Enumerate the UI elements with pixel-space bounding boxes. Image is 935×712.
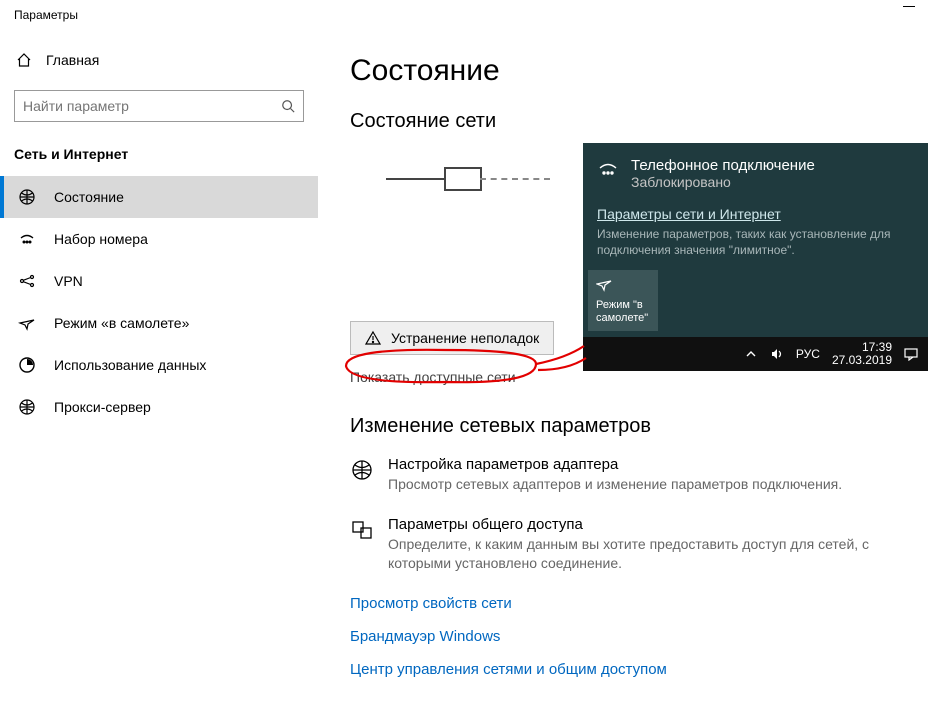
airplane-tile-label: Режим "в самолете": [596, 299, 652, 325]
page-title: Состояние: [350, 54, 935, 88]
home-nav[interactable]: Главная: [0, 44, 318, 76]
flyout-connection[interactable]: Телефонное подключение Заблокировано: [583, 143, 928, 200]
category-header: Сеть и Интернет: [0, 140, 318, 176]
link-sharing-center[interactable]: Центр управления сетями и общим доступом: [350, 661, 935, 678]
search-icon: [281, 99, 295, 113]
network-status-heading: Состояние сети: [350, 110, 935, 133]
link-firewall[interactable]: Брандмауэр Windows: [350, 628, 935, 645]
nav-vpn[interactable]: VPN: [0, 260, 318, 302]
minimize-button[interactable]: [903, 6, 915, 7]
nav-proxy[interactable]: Прокси-сервер: [0, 386, 318, 428]
tray-language[interactable]: РУС: [796, 347, 820, 361]
phone-connection-icon: [597, 159, 619, 181]
nav-airplane[interactable]: Режим «в самолете»: [0, 302, 318, 344]
connection-status: Заблокировано: [631, 174, 815, 190]
change-settings-heading: Изменение сетевых параметров: [350, 415, 935, 438]
vpn-icon: [18, 272, 36, 290]
nav-label: Режим «в самолете»: [54, 315, 189, 331]
link-network-properties[interactable]: Просмотр свойств сети: [350, 595, 935, 612]
adapter-icon: [350, 458, 374, 482]
nav-dialup[interactable]: Набор номера: [0, 218, 318, 260]
sharing-settings[interactable]: Параметры общего доступа Определите, к к…: [350, 516, 935, 573]
volume-icon[interactable]: [770, 347, 784, 361]
adapter-desc: Просмотр сетевых адаптеров и изменение п…: [388, 475, 842, 494]
nav-status[interactable]: Состояние: [0, 176, 318, 218]
flyout-settings-desc: Изменение параметров, таких как установл…: [583, 224, 928, 270]
adapter-title: Настройка параметров адаптера: [388, 456, 842, 473]
nav-data-usage[interactable]: Использование данных: [0, 344, 318, 386]
connection-name: Телефонное подключение: [631, 157, 815, 174]
airplane-icon: [18, 314, 36, 332]
airplane-mode-tile[interactable]: Режим "в самолете": [588, 270, 658, 331]
action-center-icon[interactable]: [904, 347, 918, 361]
data-usage-icon: [18, 356, 36, 374]
sharing-title: Параметры общего доступа: [388, 516, 905, 533]
taskbar: РУС 17:39 27.03.2019: [583, 337, 928, 371]
sharing-icon: [350, 518, 374, 542]
home-label: Главная: [46, 52, 99, 68]
nav-label: Использование данных: [54, 357, 206, 373]
window-title: Параметры: [0, 0, 935, 30]
troubleshoot-button[interactable]: Устранение неполадок: [350, 321, 554, 355]
show-networks-link[interactable]: Показать доступные сети: [350, 369, 935, 385]
search-box[interactable]: [14, 90, 304, 122]
home-icon: [16, 52, 32, 68]
tray-chevron-icon[interactable]: [744, 347, 758, 361]
status-icon: [18, 188, 36, 206]
sidebar: Главная Сеть и Интернет Состояние Набор …: [0, 30, 318, 712]
nav-label: Состояние: [54, 189, 124, 205]
search-input[interactable]: [23, 98, 281, 114]
sharing-desc: Определите, к каким данным вы хотите пре…: [388, 535, 905, 573]
tray-date: 27.03.2019: [832, 354, 892, 367]
nav-label: VPN: [54, 273, 83, 289]
warning-icon: [365, 330, 381, 346]
tray-clock[interactable]: 17:39 27.03.2019: [832, 341, 892, 367]
nav-label: Набор номера: [54, 231, 148, 247]
dialup-icon: [18, 230, 36, 248]
troubleshoot-label: Устранение неполадок: [391, 330, 539, 346]
airplane-icon: [596, 276, 612, 292]
adapter-settings[interactable]: Настройка параметров адаптера Просмотр с…: [350, 456, 935, 494]
network-flyout: Телефонное подключение Заблокировано Пар…: [583, 143, 928, 371]
nav-label: Прокси-сервер: [54, 399, 151, 415]
proxy-icon: [18, 398, 36, 416]
flyout-settings-link[interactable]: Параметры сети и Интернет: [583, 200, 928, 224]
